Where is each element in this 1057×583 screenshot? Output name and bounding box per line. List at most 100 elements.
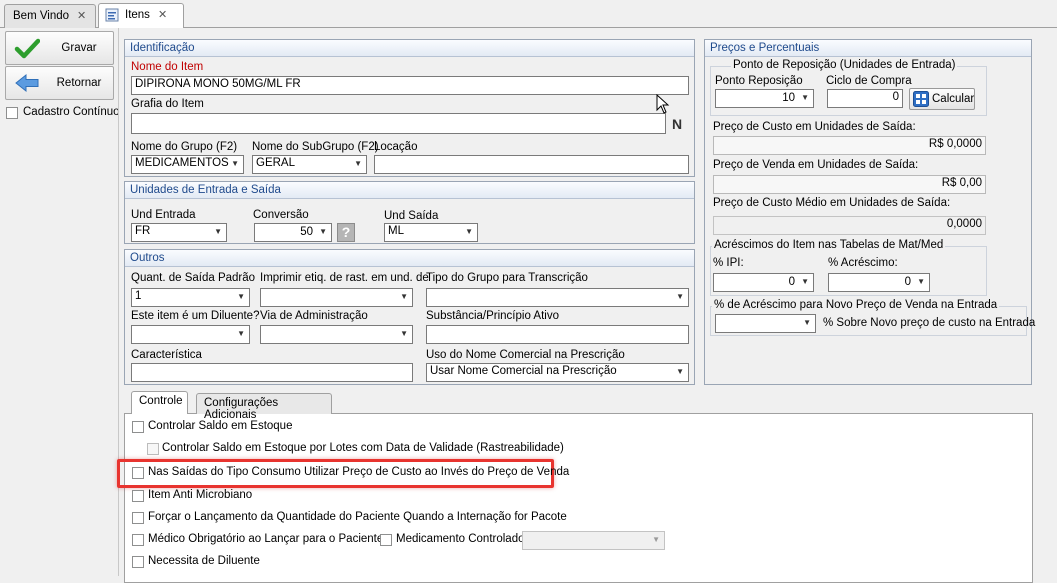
reposicao-legend: Ponto de Reposição (Unidades de Entrada) (731, 59, 958, 71)
acrescimos-legend: Acréscimos do Item nas Tabelas de Mat/Me… (712, 239, 946, 251)
cadastro-continuo-label: Cadastro Contínuo (23, 106, 120, 118)
tab-bem-vindo[interactable]: Bem Vindo ✕ (4, 4, 96, 28)
tipo-grupo-select[interactable]: ▼ (426, 288, 689, 307)
tab-controle[interactable]: Controle (131, 391, 188, 414)
saldo-estoque-label: Controlar Saldo em Estoque (148, 420, 293, 432)
group-title: Preços e Percentuais (705, 40, 1031, 57)
necessita-diluente-label: Necessita de Diluente (148, 555, 260, 567)
chevron-down-icon: ▼ (400, 329, 408, 338)
chevron-down-icon: ▼ (676, 292, 684, 301)
substancia-input[interactable] (426, 325, 689, 344)
ponto-reposicao-spinner[interactable]: 10 ▼ (715, 89, 814, 108)
retornar-button[interactable]: Retornar (5, 66, 114, 100)
anti-microbiano-checkbox[interactable] (132, 490, 144, 502)
gravar-button[interactable]: Gravar (5, 31, 114, 65)
grupo-value: MEDICAMENTOS (135, 157, 229, 169)
und-saida-label: Und Saída (384, 210, 439, 222)
caracteristica-input[interactable] (131, 363, 413, 382)
quant-saida-value: 1 (135, 290, 142, 302)
acrescimo-label: % Acréscimo: (828, 257, 898, 269)
ponto-reposicao-value: 10 (782, 92, 795, 104)
help-icon[interactable]: ? (337, 223, 355, 242)
und-entrada-select[interactable]: FR ▼ (131, 223, 227, 242)
chevron-down-icon: ▼ (237, 329, 245, 338)
uso-nome-comercial-select[interactable]: Usar Nome Comercial na Prescrição ▼ (426, 363, 689, 382)
tab-configuracoes-adicionais[interactable]: Configurações Adicionais (196, 393, 332, 421)
group-title: Outros (125, 250, 694, 267)
acrescimo-spinner[interactable]: 0 ▼ (828, 273, 930, 292)
medicamento-controlado-label: Medicamento Controlado (396, 533, 525, 545)
novo-preco-desc: % Sobre Novo preço de custo na Entrada (823, 317, 1036, 329)
anti-microbiano-label: Item Anti Microbiano (148, 489, 253, 501)
diluente-label: Este item é um Diluente? (131, 310, 260, 322)
close-icon[interactable]: ✕ (158, 9, 167, 21)
grupo-select[interactable]: MEDICAMENTOS ▼ (131, 155, 244, 174)
diluente-select[interactable]: ▼ (131, 325, 250, 344)
controle-panel (124, 413, 1033, 583)
subgrupo-label: Nome do SubGrupo (F2) (252, 141, 379, 153)
forcar-lancamento-checkbox[interactable] (132, 512, 144, 524)
n-icon[interactable]: N (672, 116, 682, 132)
locacao-label: Locação (374, 141, 418, 153)
preco-venda-value: R$ 0,00 (713, 175, 986, 194)
necessita-diluente-checkbox[interactable] (132, 556, 144, 568)
cadastro-continuo-checkbox[interactable] (6, 107, 18, 119)
ciclo-compra-input[interactable]: 0 (827, 89, 903, 108)
ipi-spinner[interactable]: 0 ▼ (713, 273, 814, 292)
und-saida-select[interactable]: ML ▼ (384, 223, 478, 242)
grafia-item-label: Grafia do Item (131, 98, 204, 110)
conversao-label: Conversão (253, 209, 309, 221)
chevron-down-icon: ▼ (231, 159, 239, 168)
document-tab-bar: Bem Vindo ✕ Itens ✕ (0, 0, 1057, 28)
acrescimo-value: 0 (904, 276, 911, 288)
chevron-down-icon: ▼ (676, 367, 684, 376)
uso-nome-comercial-label: Uso do Nome Comercial na Prescrição (426, 349, 625, 361)
nome-item-label: Nome do Item (131, 61, 204, 73)
ipi-label: % IPI: (713, 257, 744, 269)
saldo-lotes-checkbox[interactable] (147, 443, 159, 455)
close-icon[interactable]: ✕ (77, 10, 86, 22)
consumo-custo-checkbox[interactable] (132, 467, 144, 479)
tab-itens[interactable]: Itens ✕ (98, 3, 184, 28)
calcular-label: Calcular (932, 93, 975, 105)
retornar-label: Retornar (56, 77, 102, 89)
tab-label: Controle (139, 395, 183, 407)
novo-preco-select[interactable]: ▼ (715, 314, 816, 333)
caracteristica-label: Característica (131, 349, 202, 361)
saldo-lotes-label: Controlar Saldo em Estoque por Lotes com… (162, 442, 564, 454)
grafia-item-input[interactable] (131, 113, 666, 134)
form-icon (105, 8, 119, 22)
chevron-down-icon: ▼ (465, 227, 473, 236)
substancia-label: Substância/Princípio Ativo (426, 310, 559, 322)
calcular-button[interactable]: Calcular (909, 88, 975, 110)
chevron-down-icon: ▼ (652, 535, 660, 544)
calculator-icon (913, 91, 929, 107)
preco-custo-medio-label: Preço de Custo Médio em Unidades de Saíd… (713, 197, 951, 209)
check-icon (14, 38, 40, 59)
chevron-down-icon: ▼ (801, 93, 809, 102)
saldo-estoque-checkbox[interactable] (132, 421, 144, 433)
chevron-down-icon: ▼ (803, 318, 811, 327)
subgrupo-value: GERAL (256, 157, 295, 169)
toolbar-separator (118, 28, 119, 576)
arrow-left-icon (15, 73, 39, 93)
quant-saida-select[interactable]: 1 ▼ (131, 288, 250, 307)
medicamento-controlado-select[interactable]: ▼ (522, 531, 665, 550)
ponto-reposicao-label: Ponto Reposição (715, 75, 803, 87)
subgrupo-select[interactable]: GERAL ▼ (252, 155, 367, 174)
locacao-input[interactable] (374, 155, 689, 174)
nome-item-input[interactable]: DIPIRONA MONO 50MG/ML FR (131, 76, 689, 95)
medico-obrigatorio-checkbox[interactable] (132, 534, 144, 546)
consumo-custo-label: Nas Saídas do Tipo Consumo Utilizar Preç… (148, 466, 570, 478)
imprimir-etiq-select[interactable]: ▼ (260, 288, 413, 307)
preco-custo-value: R$ 0,0000 (713, 136, 986, 155)
via-administracao-select[interactable]: ▼ (260, 325, 413, 344)
medicamento-controlado-checkbox[interactable] (380, 534, 392, 546)
und-entrada-value: FR (135, 225, 151, 237)
conversao-value: 50 (300, 226, 313, 238)
chevron-down-icon: ▼ (917, 277, 925, 286)
cursor-icon (656, 94, 670, 114)
und-entrada-label: Und Entrada (131, 209, 196, 221)
conversao-spinner[interactable]: 50 ▼ (254, 223, 332, 242)
preco-venda-label: Preço de Venda em Unidades de Saída: (713, 159, 919, 171)
